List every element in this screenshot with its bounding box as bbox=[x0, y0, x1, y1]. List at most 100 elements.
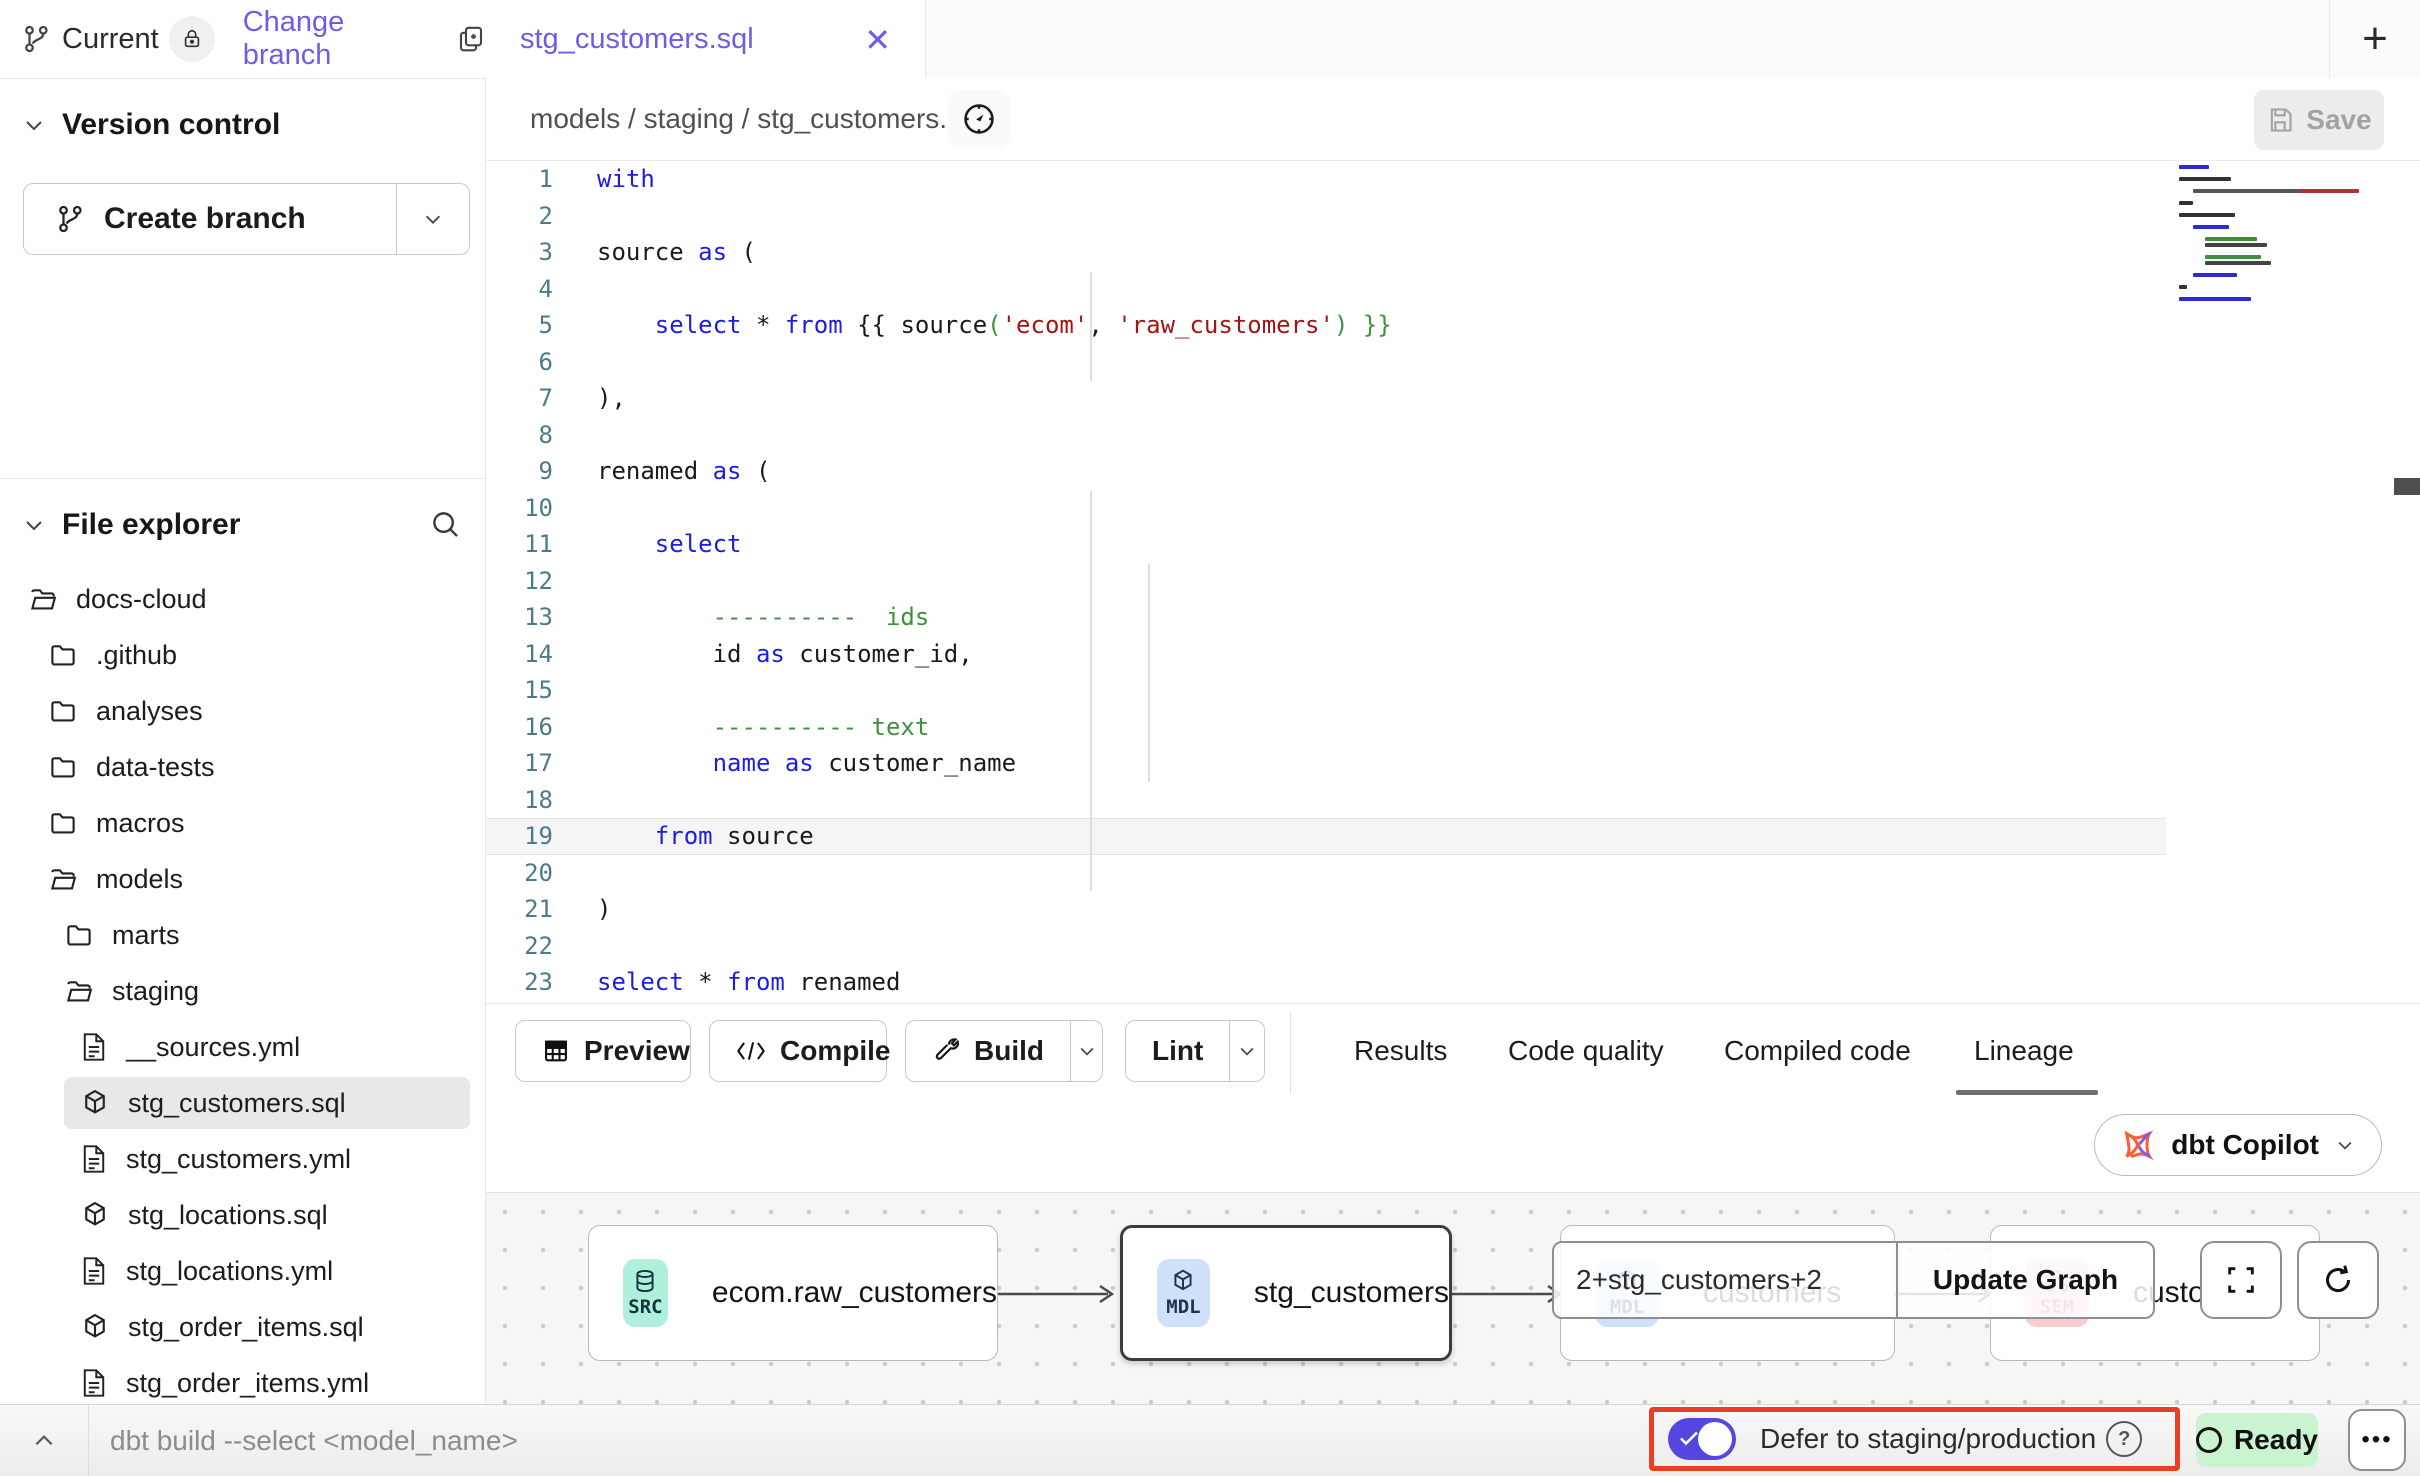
help-icon[interactable]: ? bbox=[2106, 1421, 2142, 1457]
update-graph-button[interactable]: Update Graph bbox=[1896, 1243, 2153, 1317]
command-input[interactable]: dbt build --select <model_name> bbox=[110, 1405, 518, 1476]
chevron-down-icon bbox=[2335, 1135, 2355, 1155]
line-number: 3 bbox=[487, 238, 553, 266]
code-line-9: 9renamed as ( bbox=[487, 453, 2420, 490]
line-number: 19 bbox=[487, 822, 553, 850]
create-branch-button[interactable]: Create branch bbox=[23, 183, 470, 255]
defer-toggle[interactable] bbox=[1668, 1418, 1736, 1460]
current-branch-label: Current bbox=[62, 23, 159, 56]
tab-label: stg_customers.sql bbox=[520, 23, 754, 56]
save-label: Save bbox=[2306, 104, 2371, 136]
tree-item-analyses[interactable]: analyses bbox=[0, 683, 486, 739]
line-number: 2 bbox=[487, 202, 553, 230]
dbt-logo-icon bbox=[2121, 1128, 2155, 1162]
tree-item-stg-locations-yml[interactable]: stg_locations.yml bbox=[0, 1243, 486, 1299]
lint-button[interactable]: Lint bbox=[1125, 1020, 1265, 1082]
scrollbar-thumb[interactable] bbox=[2394, 478, 2420, 495]
code-line-20: 20 bbox=[487, 855, 2420, 892]
tree-item-label: analyses bbox=[96, 696, 203, 727]
badge-label: SRC bbox=[628, 1296, 662, 1318]
status-ring-icon bbox=[2196, 1427, 2222, 1453]
file-tree: docs-cloud .github analyses data-testsmacro… bbox=[0, 571, 486, 1411]
tab-compiled-code[interactable]: Compiled code bbox=[1724, 1004, 1911, 1098]
tree-item-label: stg_locations.sql bbox=[128, 1200, 328, 1231]
copy-branch-icon[interactable] bbox=[456, 24, 486, 54]
minimap[interactable] bbox=[2179, 161, 2299, 273]
tree-item-label: .github bbox=[96, 640, 177, 671]
folder-icon bbox=[48, 640, 78, 670]
lineage-graph[interactable]: SRC ecom.raw_customers MDL stg_customers bbox=[486, 1192, 2420, 1404]
lint-label: Lint bbox=[1152, 1035, 1203, 1067]
create-branch-label: Create branch bbox=[104, 202, 306, 236]
tab-code-quality[interactable]: Code quality bbox=[1508, 1004, 1664, 1098]
preview-button[interactable]: Preview bbox=[515, 1020, 691, 1082]
current-branch[interactable]: Current bbox=[22, 16, 215, 62]
change-branch-link[interactable]: Change branch bbox=[243, 6, 432, 72]
tree-item-stg-locations-sql[interactable]: stg_locations.sql bbox=[0, 1187, 486, 1243]
line-number: 17 bbox=[487, 749, 553, 777]
more-options-button[interactable]: ••• bbox=[2348, 1409, 2406, 1471]
code-line-2: 2 bbox=[487, 198, 2420, 235]
refresh-button[interactable] bbox=[2297, 1241, 2379, 1319]
lineage-selector-input[interactable]: 2+stg_customers+2 bbox=[1554, 1243, 1896, 1317]
tree-item--github[interactable]: .github bbox=[0, 627, 486, 683]
folder-open-icon bbox=[64, 976, 94, 1006]
code-line-10: 10 bbox=[487, 490, 2420, 527]
panel-bar: Preview Compile Build bbox=[486, 1003, 2420, 1192]
build-button[interactable]: Build bbox=[905, 1020, 1103, 1082]
badge-label: MDL bbox=[1166, 1296, 1200, 1318]
tab-lineage[interactable]: Lineage bbox=[1974, 1004, 2074, 1098]
tree-item-stg-order-items-sql[interactable]: stg_order_items.sql bbox=[0, 1299, 486, 1355]
line-number: 20 bbox=[487, 859, 553, 887]
tree-item--sources-yml[interactable]: __sources.yml bbox=[0, 1019, 486, 1075]
version-control-title: Version control bbox=[62, 108, 280, 142]
compile-button[interactable]: Compile bbox=[709, 1020, 887, 1082]
file-explorer-header[interactable]: File explorer bbox=[0, 493, 486, 557]
tab-stg-customers-sql[interactable]: stg_customers.sql ✕ bbox=[486, 0, 926, 79]
chevron-up-icon bbox=[31, 1428, 57, 1454]
code-editor[interactable]: 1with23source as (45 select * from {{ so… bbox=[487, 161, 2420, 1003]
tree-item-marts[interactable]: marts bbox=[0, 907, 486, 963]
database-icon bbox=[632, 1268, 658, 1294]
tree-item-data-tests[interactable]: data-tests bbox=[0, 739, 486, 795]
tree-item-models[interactable]: models bbox=[0, 851, 486, 907]
tree-item-docs-cloud[interactable]: docs-cloud bbox=[0, 571, 486, 627]
code-line-19: 19 from source bbox=[487, 818, 2166, 855]
code-line-3: 3source as ( bbox=[487, 234, 2420, 271]
build-dropdown[interactable] bbox=[1070, 1021, 1102, 1081]
tree-item-staging[interactable]: staging bbox=[0, 963, 486, 1019]
fullscreen-button[interactable] bbox=[2200, 1241, 2282, 1319]
create-branch-dropdown[interactable] bbox=[396, 184, 469, 254]
tree-item-stg-order-items-yml[interactable]: stg_order_items.yml bbox=[0, 1355, 486, 1411]
sidebar-divider bbox=[0, 478, 486, 479]
tree-item-label: models bbox=[96, 864, 183, 895]
version-control-header[interactable]: Version control bbox=[0, 93, 485, 157]
lock-icon bbox=[181, 28, 203, 50]
save-button[interactable]: Save bbox=[2254, 90, 2384, 150]
line-number: 5 bbox=[487, 311, 553, 339]
dbt-copilot-button[interactable]: dbt Copilot bbox=[2094, 1114, 2382, 1176]
close-tab-icon[interactable]: ✕ bbox=[864, 21, 891, 59]
copilot-compass-button[interactable] bbox=[948, 90, 1010, 148]
tree-item-macros[interactable]: macros bbox=[0, 795, 486, 851]
line-number: 23 bbox=[487, 968, 553, 996]
code-line-18: 18 bbox=[487, 782, 2420, 819]
code-line-5: 5 select * from {{ source('ecom', 'raw_c… bbox=[487, 307, 2420, 344]
folder-icon bbox=[48, 808, 78, 838]
line-number: 18 bbox=[487, 786, 553, 814]
collapse-panel-button[interactable] bbox=[14, 1405, 74, 1476]
line-number: 9 bbox=[487, 457, 553, 485]
lint-dropdown[interactable] bbox=[1229, 1021, 1264, 1081]
build-label: Build bbox=[974, 1035, 1044, 1067]
new-tab-button[interactable]: + bbox=[2329, 0, 2420, 78]
line-number: 7 bbox=[487, 384, 553, 412]
search-icon[interactable] bbox=[428, 507, 462, 541]
tab-results[interactable]: Results bbox=[1354, 1004, 1447, 1098]
lineage-node-stg-customers[interactable]: MDL stg_customers bbox=[1120, 1225, 1452, 1361]
file-explorer-title: File explorer bbox=[62, 508, 240, 542]
tree-item-label: stg_order_items.sql bbox=[128, 1312, 364, 1343]
model-icon bbox=[80, 1088, 110, 1118]
tree-item-stg-customers-sql[interactable]: stg_customers.sql bbox=[0, 1075, 486, 1131]
lineage-node-source[interactable]: SRC ecom.raw_customers bbox=[588, 1225, 998, 1361]
tree-item-stg-customers-yml[interactable]: stg_customers.yml bbox=[0, 1131, 486, 1187]
